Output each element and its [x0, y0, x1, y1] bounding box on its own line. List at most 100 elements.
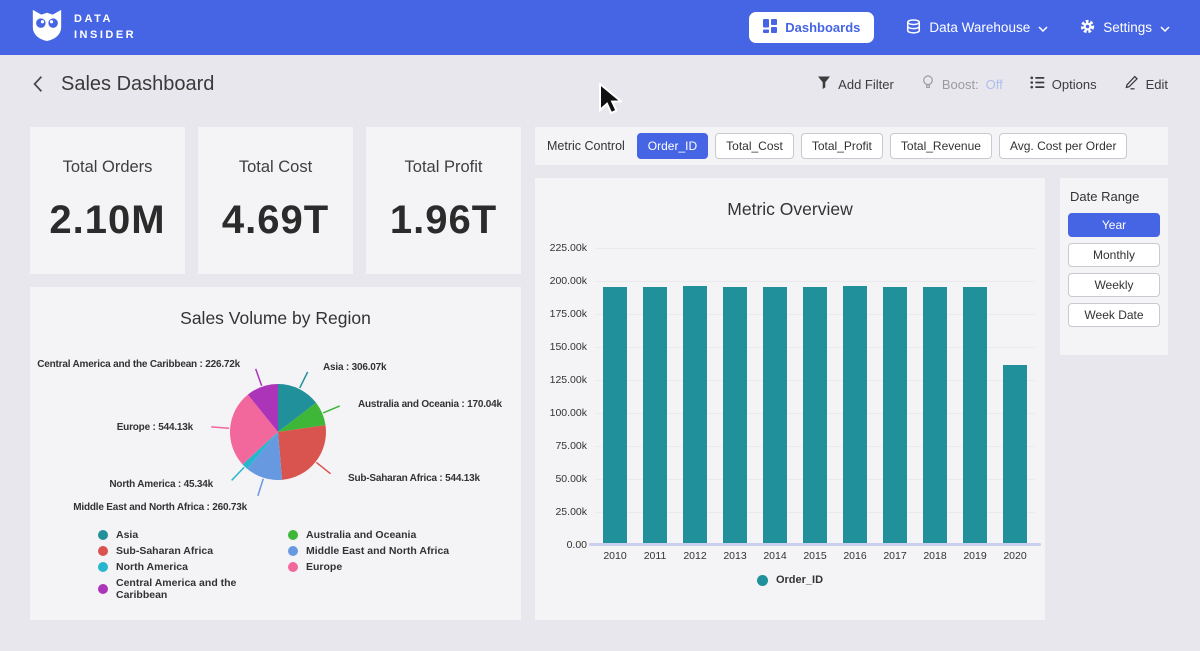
legend-label: Europe	[306, 561, 342, 573]
nav-settings-label: Settings	[1103, 20, 1152, 35]
bar-2014[interactable]	[763, 287, 787, 545]
date-range-week-date[interactable]: Week Date	[1068, 303, 1160, 327]
legend-dot	[98, 546, 108, 556]
metric-chip-avg-cost-per-order[interactable]: Avg. Cost per Order	[999, 133, 1128, 159]
pie-callout-label: Middle East and North Africa : 260.73k	[73, 502, 247, 513]
boost-toggle[interactable]: Boost: Off	[921, 75, 1003, 93]
bar-2012[interactable]	[683, 286, 707, 545]
x-tick-label: 2012	[675, 550, 715, 562]
brand-logo: DATA INSIDER	[30, 7, 136, 48]
pie-callout-label: Asia : 306.07k	[323, 362, 386, 373]
pie-chart-area: Asia : 306.07k Australia and Oceania : 1…	[30, 337, 521, 533]
x-tick-label: 2013	[715, 550, 755, 562]
legend-dot	[98, 584, 108, 594]
metric-overview-card: Metric Overview 225.00k200.00k175.00k150…	[535, 178, 1045, 620]
edit-button[interactable]: Edit	[1124, 75, 1168, 93]
legend-item-europe: Europe	[288, 561, 449, 573]
bar-column	[675, 286, 715, 545]
kpi-value: 1.96T	[390, 198, 497, 243]
nav-settings[interactable]: Settings	[1080, 19, 1170, 37]
y-tick-label: 25.00k	[537, 506, 587, 518]
kpi-card-total-cost: Total Cost 4.69T	[198, 127, 353, 274]
pie-callout-line	[323, 406, 340, 413]
bar-2010[interactable]	[603, 287, 627, 545]
date-range-year[interactable]: Year	[1068, 213, 1160, 237]
pie-callout-line	[316, 462, 330, 473]
bar-2015[interactable]	[803, 287, 827, 545]
bar-2020[interactable]	[1003, 365, 1027, 545]
date-range-card: Date Range YearMonthlyWeeklyWeek Date	[1060, 178, 1168, 355]
metric-chip-total-revenue[interactable]: Total_Revenue	[890, 133, 992, 159]
bar-column	[835, 286, 875, 545]
bar-2018[interactable]	[923, 287, 947, 545]
legend-dot	[288, 530, 298, 540]
page-title: Sales Dashboard	[61, 73, 214, 96]
pie-callout-label: North America : 45.34k	[109, 479, 213, 490]
bar-column	[755, 287, 795, 545]
bar-2016[interactable]	[843, 286, 867, 545]
pie-callout-line	[256, 369, 262, 386]
bar-chart-plot: 225.00k200.00k175.00k150.00k125.00k100.0…	[595, 248, 1035, 545]
bar-column	[795, 287, 835, 545]
date-range-monthly[interactable]: Monthly	[1068, 243, 1160, 267]
pie-chart-title: Sales Volume by Region	[30, 287, 521, 329]
metric-chip-total-profit[interactable]: Total_Profit	[801, 133, 883, 159]
nav-data-warehouse[interactable]: Data Warehouse	[906, 19, 1048, 37]
page-header: Sales Dashboard Add Filter Boost: Off	[0, 55, 1200, 113]
bar-column	[995, 365, 1035, 545]
y-tick-label: 0.00	[537, 539, 587, 551]
boost-balloon-icon	[921, 75, 935, 93]
dashboard-grid-icon	[763, 19, 777, 36]
x-tick-label: 2014	[755, 550, 795, 562]
pie-chart-legend: AsiaSub-Saharan AfricaNorth AmericaCentr…	[98, 529, 449, 601]
bar-column	[715, 287, 755, 545]
kpi-value: 2.10M	[49, 198, 165, 243]
y-tick-label: 150.00k	[537, 341, 587, 353]
nav-dashboards-button[interactable]: Dashboards	[749, 12, 874, 43]
add-filter-button[interactable]: Add Filter	[817, 76, 894, 93]
bar-2011[interactable]	[643, 287, 667, 545]
bar-column	[595, 287, 635, 545]
bar-column	[955, 287, 995, 545]
metric-chip-total-cost[interactable]: Total_Cost	[715, 133, 794, 159]
y-tick-label: 175.00k	[537, 308, 587, 320]
options-button[interactable]: Options	[1030, 76, 1097, 92]
legend-item-central-america-and-the-caribbean: Central America and the Caribbean	[98, 577, 288, 601]
bar-2017[interactable]	[883, 287, 907, 545]
legend-column: AsiaSub-Saharan AfricaNorth AmericaCentr…	[98, 529, 288, 601]
y-tick-label: 100.00k	[537, 407, 587, 419]
pie-callout-label: Europe : 544.13k	[117, 422, 193, 433]
pencil-icon	[1124, 75, 1139, 93]
y-tick-label: 75.00k	[537, 440, 587, 452]
kpi-label: Total Cost	[239, 158, 312, 177]
sales-volume-card: Sales Volume by Region Asia : 306.07k Au…	[30, 287, 521, 620]
metric-chip-order-id[interactable]: Order_ID	[637, 133, 708, 159]
bar-2019[interactable]	[963, 287, 987, 545]
pie-callout-line	[232, 467, 244, 480]
pie-callout-label: Sub-Saharan Africa : 544.13k	[348, 473, 480, 484]
date-range-weekly[interactable]: Weekly	[1068, 273, 1160, 297]
pie-chart[interactable]	[203, 357, 353, 507]
legend-label: Order_ID	[776, 574, 823, 586]
pie-slice-sub-saharan-africa[interactable]	[278, 425, 326, 480]
pie-callout-line	[258, 479, 263, 496]
brand-name: DATA INSIDER	[74, 12, 136, 43]
legend-label: Central America and the Caribbean	[116, 577, 288, 601]
legend-label: Middle East and North Africa	[306, 545, 449, 557]
back-button[interactable]	[32, 75, 44, 93]
database-icon	[906, 19, 921, 37]
x-tick-label: 2011	[635, 550, 675, 562]
bar-chart-title: Metric Overview	[535, 178, 1045, 220]
chevron-down-icon	[1038, 20, 1048, 35]
boost-label: Boost:	[942, 77, 979, 92]
chevron-down-icon	[1160, 20, 1170, 35]
y-tick-label: 200.00k	[537, 275, 587, 287]
metric-chip-group: Order_ID Total_Cost Total_Profit Total_Reve…	[637, 133, 1128, 159]
bar-2013[interactable]	[723, 287, 747, 545]
bar-column	[875, 287, 915, 545]
legend-column: Australia and OceaniaMiddle East and Nor…	[288, 529, 449, 601]
legend-dot	[98, 562, 108, 572]
navbar: DATA INSIDER Dashboards	[0, 0, 1200, 55]
gear-icon	[1080, 19, 1095, 37]
kpi-row: Total Orders 2.10M Total Cost 4.69T Tota…	[30, 127, 521, 274]
